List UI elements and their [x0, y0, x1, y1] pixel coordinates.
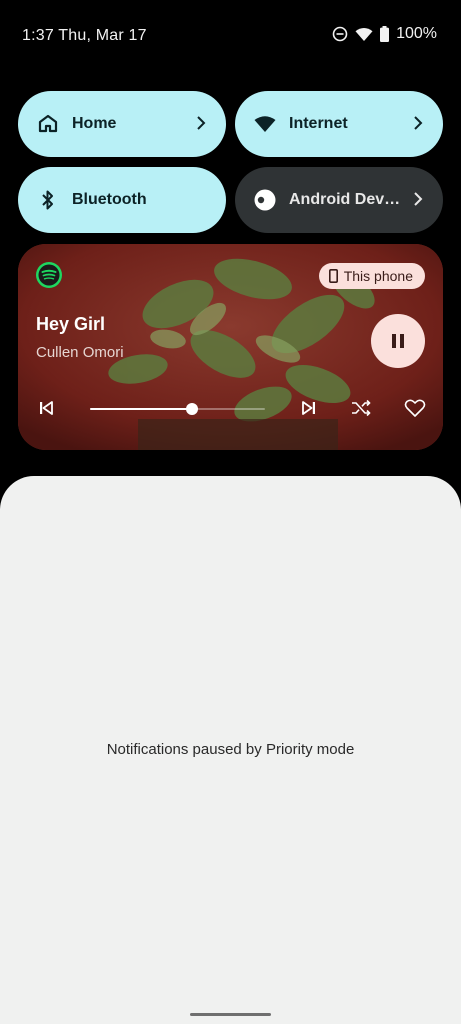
- tile-bluetooth[interactable]: Bluetooth: [18, 167, 226, 233]
- toggle-icon: [254, 189, 276, 211]
- chevron-right-icon: [197, 116, 206, 130]
- chevron-right-icon: [414, 116, 423, 130]
- shuffle-button[interactable]: [349, 396, 373, 420]
- spotify-icon: [36, 262, 62, 288]
- tile-android-dev[interactable]: Android Dev…: [235, 167, 443, 233]
- next-button[interactable]: [297, 396, 321, 420]
- shuffle-icon: [352, 399, 371, 417]
- tile-home[interactable]: Home: [18, 91, 226, 157]
- tile-internet[interactable]: Internet: [235, 91, 443, 157]
- wifi-icon: [254, 113, 276, 135]
- seek-thumb[interactable]: [185, 403, 198, 415]
- pause-button[interactable]: [371, 314, 425, 368]
- battery-icon: [380, 26, 390, 42]
- song-artist: Cullen Omori: [36, 344, 124, 361]
- status-bar: 1:37 Thu, Mar 17 100%: [0, 0, 461, 72]
- output-device-chip[interactable]: This phone: [318, 263, 425, 289]
- seek-bar[interactable]: [90, 403, 265, 415]
- heart-icon: [404, 399, 426, 417]
- pause-icon: [392, 334, 404, 348]
- seek-progress: [90, 408, 192, 410]
- tile-internet-label: Internet: [289, 115, 348, 132]
- skip-next-icon: [302, 401, 315, 415]
- song-title: Hey Girl: [36, 314, 106, 334]
- home-icon: [37, 113, 59, 135]
- do-not-disturb-icon: [332, 26, 348, 42]
- bluetooth-icon: [37, 189, 59, 211]
- battery-percent: 100%: [396, 25, 437, 42]
- previous-button[interactable]: [34, 396, 58, 420]
- gesture-handle[interactable]: [190, 1013, 271, 1016]
- notifications-paused-message: Notifications paused by Priority mode: [106, 741, 355, 758]
- chevron-right-icon: [414, 192, 423, 206]
- output-device-label: This phone: [343, 268, 413, 284]
- tile-bluetooth-label: Bluetooth: [72, 191, 147, 208]
- skip-previous-icon: [40, 401, 53, 415]
- like-button[interactable]: [403, 396, 427, 420]
- phone-icon: [328, 269, 338, 283]
- status-time: 1:37 Thu, Mar 17: [22, 27, 147, 44]
- notification-shade: Notifications paused by Priority mode: [0, 476, 461, 1024]
- media-player[interactable]: This phone Hey Girl Cullen Omori: [18, 244, 443, 450]
- status-icons: 100%: [332, 25, 437, 43]
- wifi-icon: [355, 27, 373, 42]
- tile-android-dev-label: Android Dev…: [289, 191, 401, 208]
- tile-home-label: Home: [72, 115, 117, 132]
